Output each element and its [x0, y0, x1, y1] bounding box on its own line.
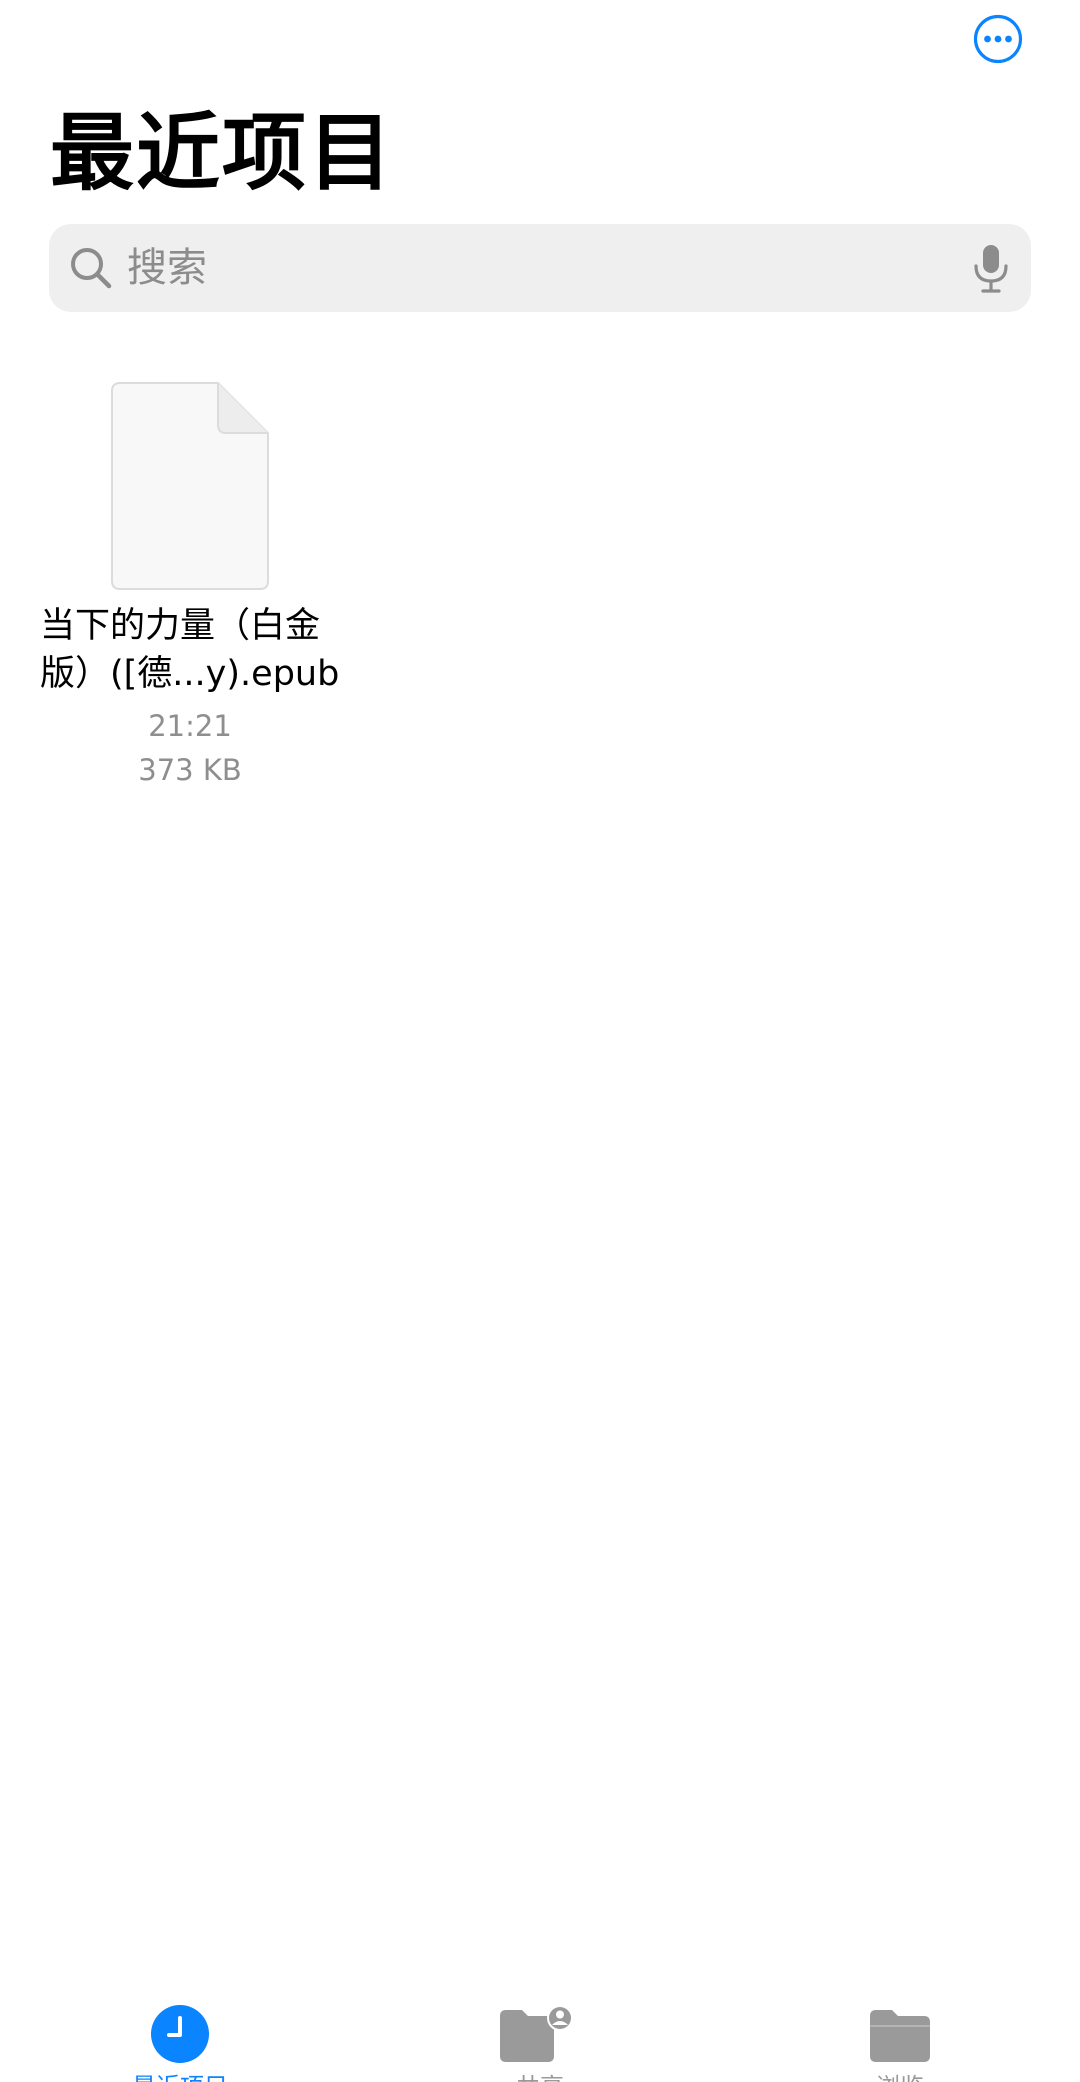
document-icon [111, 382, 269, 590]
microphone-icon[interactable] [971, 242, 1011, 294]
more-button[interactable] [973, 14, 1023, 64]
tab-label: 共享 [470, 2072, 610, 2082]
file-size: 373 KB [138, 753, 242, 787]
tab-recents[interactable]: 最近项目 [110, 1990, 250, 2082]
tab-label: 浏览 [830, 2072, 970, 2082]
page-title: 最近项目 [50, 104, 395, 202]
recents-screen: 最近项目 搜索 当下的力量（白金 版）([德...y).epub 21:21 3… [0, 0, 1080, 2082]
search-bar[interactable]: 搜索 [49, 224, 1031, 312]
file-item[interactable]: 当下的力量（白金 版）([德...y).epub 21:21 373 KB [40, 380, 340, 800]
file-name-line1: 当下的力量（白金 [40, 606, 321, 646]
tab-label: 最近项目 [110, 2072, 250, 2082]
ellipsis-circle-icon [973, 14, 1023, 64]
file-name-line2: 版）([德...y).epub [40, 654, 340, 694]
tab-bar: 最近项目 共享 浏览 [0, 1990, 1080, 2082]
search-input[interactable]: 搜索 [127, 224, 207, 312]
tab-browse[interactable]: 浏览 [830, 1990, 970, 2082]
shared-folder-icon [500, 2005, 573, 2062]
file-time: 21:21 [148, 709, 232, 743]
clock-icon [151, 2005, 209, 2063]
file-name: 当下的力量（白金 版）([德...y).epub [40, 602, 340, 698]
tab-shared[interactable]: 共享 [470, 1990, 610, 2082]
search-icon [71, 248, 112, 289]
folder-icon [870, 2010, 930, 2062]
